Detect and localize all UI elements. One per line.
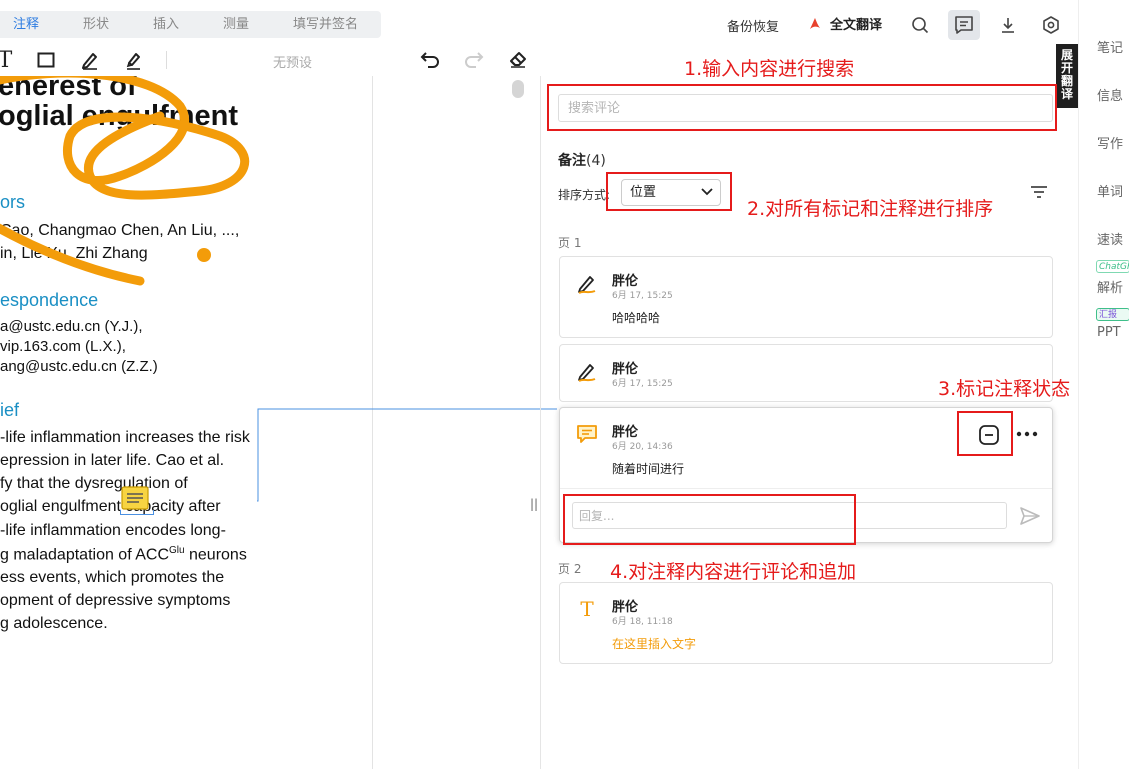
note-timestamp: 6月 20, 14:36 bbox=[612, 442, 673, 452]
highlighter-tool-icon[interactable] bbox=[123, 49, 145, 71]
doc-brief-line: g adolescence. bbox=[0, 615, 108, 632]
note-timestamp: 6月 17, 15:25 bbox=[612, 379, 673, 389]
eraser-icon[interactable] bbox=[507, 48, 529, 70]
note-card[interactable]: 胖伦 6月 17, 15:25 哈哈哈哈 bbox=[559, 256, 1053, 338]
note-body: 在这里插入文字 bbox=[612, 637, 697, 651]
tab-fill-sign[interactable]: 填写并签名 bbox=[293, 11, 358, 38]
notes-count: (4) bbox=[586, 153, 606, 169]
undo-icon[interactable] bbox=[419, 48, 441, 70]
annotation-tab-bar: 注释 形状 插入 测量 填写并签名 bbox=[0, 11, 381, 38]
note-timestamp: 6月 18, 11:18 bbox=[612, 617, 673, 627]
doc-brief-line: opment of depressive symptoms bbox=[0, 592, 231, 609]
annotation-tools: T bbox=[0, 45, 372, 75]
note-card[interactable]: T 胖伦 6月 18, 11:18 在这里插入文字 bbox=[559, 582, 1053, 664]
doc-brief-text: g maladaptation of ACC bbox=[0, 546, 169, 564]
backup-restore-button[interactable]: 备份恢复 bbox=[727, 16, 779, 35]
annotation-text-search: 1.输入内容进行搜索 bbox=[684, 58, 855, 80]
text-icon: T bbox=[580, 597, 594, 621]
pen-icon bbox=[578, 276, 596, 294]
rectangle-tool-icon[interactable] bbox=[35, 49, 57, 71]
rail-item-words[interactable]: 单词 bbox=[1097, 181, 1123, 200]
panel-resize-handle[interactable]: || bbox=[530, 497, 538, 511]
settings-icon[interactable] bbox=[1035, 10, 1067, 40]
expand-translation-label: 展开翻译 bbox=[1061, 48, 1074, 101]
annotation-text-reply: 4.对注释内容进行评论和追加 bbox=[610, 561, 857, 583]
pen-icon bbox=[578, 364, 596, 382]
sticky-note-icon[interactable] bbox=[121, 486, 149, 510]
annotation-text-sort: 2.对所有标记和注释进行排序 bbox=[747, 198, 994, 220]
doc-brief-text: neurons bbox=[184, 546, 247, 564]
summary-badge: 汇报 bbox=[1096, 308, 1129, 321]
doc-brief-line: epression in later life. Cao et al. bbox=[0, 452, 225, 469]
doc-brief-heading: ief bbox=[0, 400, 20, 420]
notes-header: 备注(4) bbox=[558, 150, 606, 170]
document-scrollbar-thumb[interactable] bbox=[512, 80, 524, 98]
annotation-box-reply bbox=[563, 494, 856, 545]
rail-item-analysis[interactable]: 解析 bbox=[1097, 277, 1123, 296]
rail-item-speedread[interactable]: 速读 bbox=[1097, 229, 1123, 248]
annotation-text-status: 3.标记注释状态 bbox=[938, 378, 1071, 400]
comment-icon bbox=[577, 425, 597, 443]
pen-tool-icon[interactable] bbox=[79, 49, 101, 71]
page-group-label: 页 2 bbox=[558, 562, 582, 576]
pdf-icon bbox=[810, 17, 820, 29]
annotation-box-sort bbox=[606, 172, 732, 211]
preset-label[interactable]: 无预设 bbox=[273, 52, 312, 71]
doc-correspondence-line: ang@ustc.edu.cn (Z.Z.) bbox=[0, 358, 158, 375]
download-icon[interactable] bbox=[992, 10, 1024, 40]
panel-divider bbox=[540, 76, 541, 769]
send-icon[interactable] bbox=[1019, 506, 1041, 526]
freehand-ink-drawing[interactable] bbox=[0, 76, 372, 336]
full-translate-button[interactable]: 全文翻译 bbox=[808, 14, 882, 33]
rail-item-write[interactable]: 写作 bbox=[1097, 133, 1123, 152]
rail-item-info[interactable]: 信息 bbox=[1097, 85, 1123, 104]
more-options-icon[interactable] bbox=[1016, 428, 1038, 440]
note-body: 随着时间进行 bbox=[612, 462, 685, 476]
doc-correspondence-line: vip.163.com (L.X.), bbox=[0, 338, 126, 355]
tool-divider bbox=[166, 51, 167, 69]
notes-title: 备注 bbox=[558, 153, 586, 169]
search-icon[interactable] bbox=[904, 10, 936, 40]
doc-brief-superscript: Glu bbox=[169, 545, 185, 556]
anchored-text-underline bbox=[120, 510, 154, 515]
chatgpt-badge: ChatGPT bbox=[1096, 260, 1129, 273]
doc-brief-line: g maladaptation of ACCGlu neurons bbox=[0, 545, 247, 564]
annotation-box-search bbox=[547, 84, 1057, 131]
note-author: 胖伦 bbox=[612, 425, 639, 440]
rail-item-notes[interactable]: 笔记 bbox=[1097, 37, 1123, 56]
tab-annotate[interactable]: 注释 bbox=[13, 11, 39, 38]
filter-icon[interactable] bbox=[1030, 184, 1048, 200]
history-controls bbox=[415, 45, 535, 75]
tab-measure[interactable]: 测量 bbox=[223, 11, 249, 38]
note-timestamp: 6月 17, 15:25 bbox=[612, 291, 673, 301]
sort-label: 排序方式: bbox=[558, 188, 611, 202]
annotation-connector-line bbox=[257, 408, 557, 502]
redo-icon[interactable] bbox=[463, 48, 485, 70]
doc-brief-line: fy that the dysregulation of bbox=[0, 475, 188, 492]
rail-item-ppt[interactable]: PPT bbox=[1097, 325, 1121, 340]
tab-shape[interactable]: 形状 bbox=[83, 11, 109, 38]
note-body: 哈哈哈哈 bbox=[612, 311, 661, 325]
note-author: 胖伦 bbox=[612, 362, 639, 377]
comments-panel-icon[interactable] bbox=[948, 10, 980, 40]
doc-brief-line: ess events, which promotes the bbox=[0, 569, 225, 586]
text-tool-icon[interactable]: T bbox=[0, 48, 16, 73]
annotation-box-status bbox=[957, 411, 1013, 456]
note-author: 胖伦 bbox=[612, 274, 639, 289]
full-translate-label: 全文翻译 bbox=[830, 18, 883, 33]
doc-brief-line: oglial engulfment capacity after bbox=[0, 498, 221, 515]
right-side-rail bbox=[1078, 0, 1129, 769]
note-author: 胖伦 bbox=[612, 600, 639, 615]
tab-insert[interactable]: 插入 bbox=[153, 11, 179, 38]
page-group-label: 页 1 bbox=[558, 236, 582, 250]
expand-translation-tab[interactable]: 展开翻译 bbox=[1056, 44, 1078, 108]
doc-brief-line: -life inflammation encodes long- bbox=[0, 522, 226, 539]
doc-brief-line: -life inflammation increases the risk bbox=[0, 429, 250, 446]
